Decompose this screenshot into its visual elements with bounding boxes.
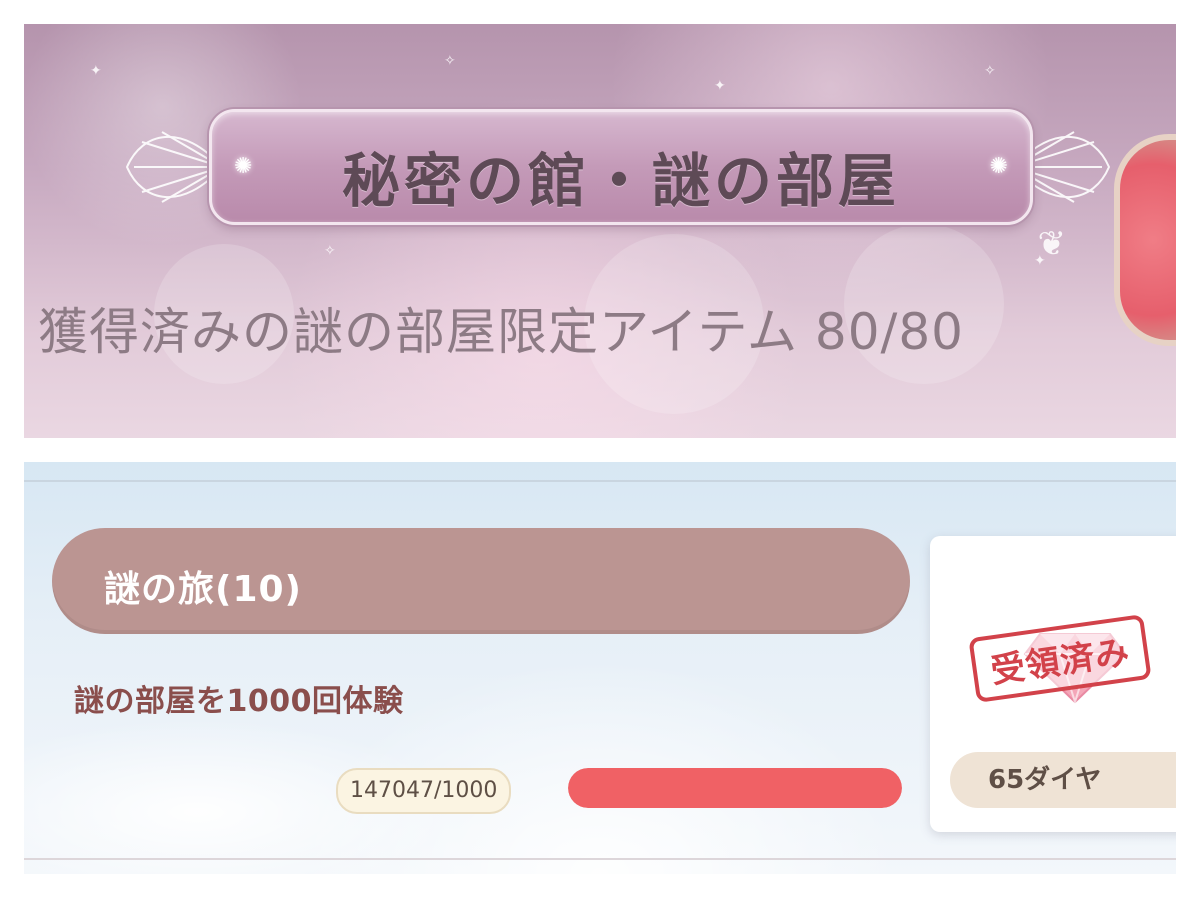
mission-title: 謎の旅(10) (104, 569, 303, 610)
reward-label: 65ダイヤ (950, 752, 1176, 808)
butterfly-icon: ❦ (1037, 224, 1067, 264)
sparkle-icon: ✧ (444, 53, 456, 69)
sparkle-icon: ✦ (714, 78, 726, 94)
mission-description: 謎の部屋を1000回体験 (74, 684, 404, 719)
divider (24, 858, 1176, 860)
progress-bar-fill (568, 768, 902, 808)
progress-count-badge: 147047/1000 (336, 768, 512, 814)
sparkle-icon: ✧ (324, 243, 336, 259)
sparkle-icon: ✦ (90, 63, 102, 79)
progress-bar (568, 768, 902, 808)
sparkle-icon: ✺ (989, 154, 1008, 179)
collected-items-caption: 獲得済みの謎の部屋限定アイテム 80/80 (38, 303, 964, 361)
mission-panel: 謎の旅(10) 謎の部屋を1000回体験 147047/1000 受領済み 65… (24, 462, 1176, 874)
event-title: 秘密の館・謎の部屋 (341, 147, 900, 215)
mission-header: 謎の旅(10) (52, 528, 910, 634)
divider (24, 480, 1176, 482)
event-banner-panel: ✦ ✧ ✦ ✧ ✦ ✧ ✺ 秘密の館・謎の部屋 ✺ ❦ 獲得済みの謎の部屋限定ア… (24, 24, 1176, 438)
event-title-banner: ✺ 秘密の館・謎の部屋 ✺ (209, 109, 1033, 225)
reward-card[interactable]: 受領済み 65ダイヤ (930, 536, 1176, 832)
sparkle-icon: ✧ (984, 63, 996, 79)
